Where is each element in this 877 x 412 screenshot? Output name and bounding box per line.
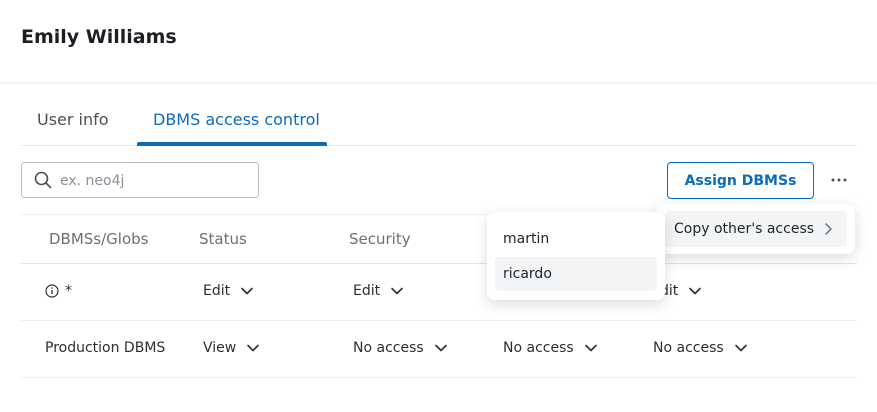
- search-box: [21, 162, 259, 198]
- column4-dropdown[interactable]: No access: [503, 340, 598, 356]
- column-header-dbms: DBMSs/Globs: [49, 230, 149, 248]
- search-icon: [34, 171, 52, 189]
- column5-dropdown[interactable]: No access: [653, 340, 748, 356]
- chevron-down-icon: [434, 344, 447, 352]
- menu-item-label: Copy other's access: [674, 221, 815, 237]
- status-dropdown[interactable]: View: [203, 340, 260, 356]
- menu-item-copy-access[interactable]: Copy other's access: [665, 211, 847, 247]
- row-name-cell: Production DBMS: [45, 340, 165, 356]
- chevron-down-icon: [391, 287, 403, 295]
- security-value: No access: [353, 340, 424, 356]
- column-header-status: Status: [199, 230, 247, 248]
- chevron-down-icon: [689, 287, 702, 295]
- status-value: Edit: [203, 283, 231, 299]
- search-input[interactable]: [58, 165, 252, 197]
- more-options-button[interactable]: [825, 166, 853, 194]
- security-dropdown[interactable]: Edit: [353, 283, 404, 299]
- status-value: View: [203, 340, 237, 356]
- chevron-down-icon: [241, 287, 253, 295]
- security-dropdown[interactable]: No access: [353, 340, 448, 356]
- submenu-item-martin[interactable]: martin: [495, 222, 657, 256]
- row-name: Production DBMS: [45, 340, 166, 356]
- page-header: Emily Williams: [0, 0, 877, 82]
- page-title: Emily Williams: [21, 26, 177, 48]
- copy-access-submenu: martin ricardo: [487, 212, 665, 300]
- tab-dbms-access-control-label: DBMS access control: [153, 110, 320, 129]
- more-horizontal-icon: [831, 178, 847, 182]
- security-value: Edit: [353, 283, 381, 299]
- submenu-item-label: ricardo: [503, 266, 552, 282]
- chevron-down-icon: [584, 344, 597, 352]
- submenu-item-ricardo[interactable]: ricardo: [495, 257, 657, 291]
- chevron-down-icon: [247, 344, 260, 352]
- column5-value: No access: [653, 340, 724, 356]
- column-header-security: Security: [349, 230, 411, 248]
- assign-dbms-button[interactable]: Assign DBMSs: [667, 162, 814, 199]
- tab-dbms-access-control[interactable]: DBMS access control: [137, 100, 327, 146]
- chevron-down-icon: [734, 344, 747, 352]
- chevron-right-icon: [825, 223, 832, 235]
- column4-value: No access: [503, 340, 574, 356]
- submenu-item-label: martin: [503, 231, 550, 247]
- row-name: *: [65, 283, 72, 299]
- active-tab-indicator: [137, 142, 327, 146]
- more-options-menu: Copy other's access: [657, 204, 855, 254]
- table-row: Production DBMS View No access No access…: [21, 321, 857, 378]
- column5-dropdown[interactable]: dit: [660, 283, 702, 299]
- info-icon[interactable]: [45, 284, 59, 298]
- row-name-cell: *: [45, 283, 72, 299]
- status-dropdown[interactable]: Edit: [203, 283, 254, 299]
- tab-user-info-label: User info: [37, 110, 109, 129]
- table-row: * Edit Edit dit: [21, 264, 857, 321]
- tab-bar: User info DBMS access control: [21, 100, 857, 146]
- tab-user-info[interactable]: User info: [21, 100, 137, 145]
